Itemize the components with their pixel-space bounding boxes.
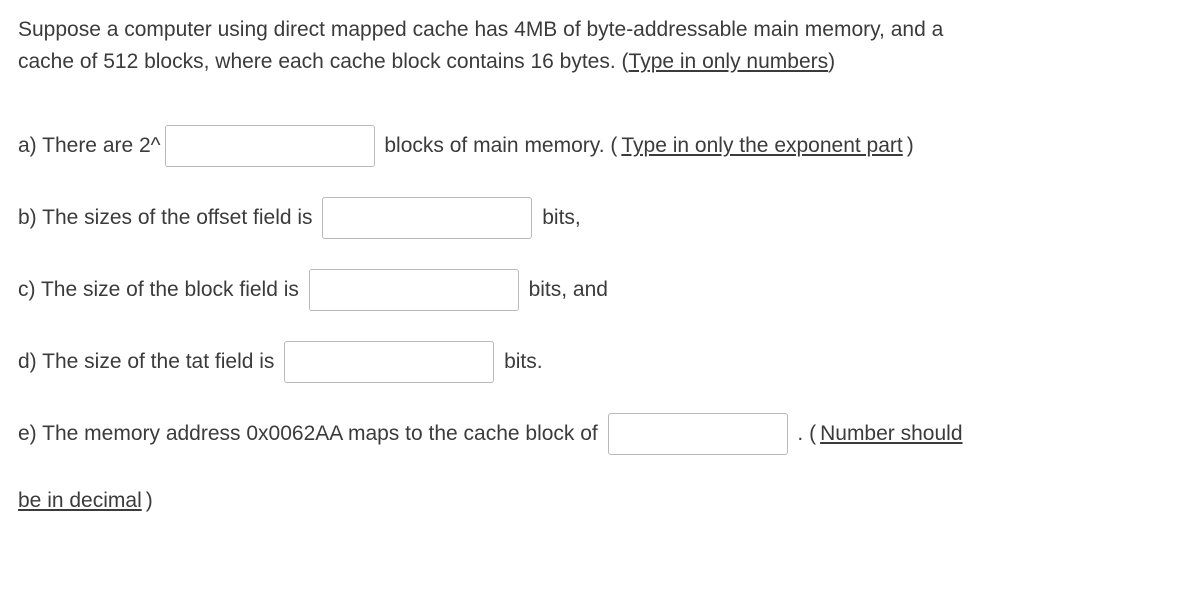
question-e-pre: e) The memory address 0x0062AA maps to t… xyxy=(18,418,604,450)
question-e-row: e) The memory address 0x0062AA maps to t… xyxy=(18,413,1182,455)
intro-line2-pre: cache of 512 blocks, where each cache bl… xyxy=(18,50,629,73)
question-b-pre: b) The sizes of the offset field is xyxy=(18,202,318,234)
question-b-row: b) The sizes of the offset field is bits… xyxy=(18,197,1182,239)
question-c-pre: c) The size of the block field is xyxy=(18,274,305,306)
intro-line2-underline: Type in only numbers xyxy=(629,50,829,73)
question-c-input[interactable] xyxy=(309,269,519,311)
question-d-input[interactable] xyxy=(284,341,494,383)
question-e-line2-underline: be in decimal xyxy=(18,485,142,517)
question-a-row: a) There are 2^ blocks of main memory. (… xyxy=(18,125,1182,167)
intro-line2-post: ) xyxy=(828,50,835,73)
question-d-row: d) The size of the tat field is bits. xyxy=(18,341,1182,383)
intro-line-1: Suppose a computer using direct mapped c… xyxy=(18,14,1182,46)
question-e-row2: be in decimal) xyxy=(18,485,1182,517)
question-a-post-underline: Type in only the exponent part xyxy=(621,130,902,162)
question-d-pre: d) The size of the tat field is xyxy=(18,346,280,378)
question-e-post-underline: Number should xyxy=(820,418,962,450)
question-e-post-pre: . ( xyxy=(792,418,817,450)
question-e-line2-post: ) xyxy=(146,485,153,517)
question-c-post: bits, and xyxy=(523,274,608,306)
question-a-pre: a) There are 2^ xyxy=(18,130,161,162)
question-b-input[interactable] xyxy=(322,197,532,239)
question-intro: Suppose a computer using direct mapped c… xyxy=(18,14,1182,77)
question-b-post: bits, xyxy=(536,202,580,234)
question-d-post: bits. xyxy=(498,346,542,378)
intro-line-2: cache of 512 blocks, where each cache bl… xyxy=(18,46,1182,78)
question-a-post-pre: blocks of main memory. ( xyxy=(379,130,618,162)
question-a-input[interactable] xyxy=(165,125,375,167)
question-a-post-post: ) xyxy=(907,130,914,162)
question-e-input[interactable] xyxy=(608,413,788,455)
question-c-row: c) The size of the block field is bits, … xyxy=(18,269,1182,311)
